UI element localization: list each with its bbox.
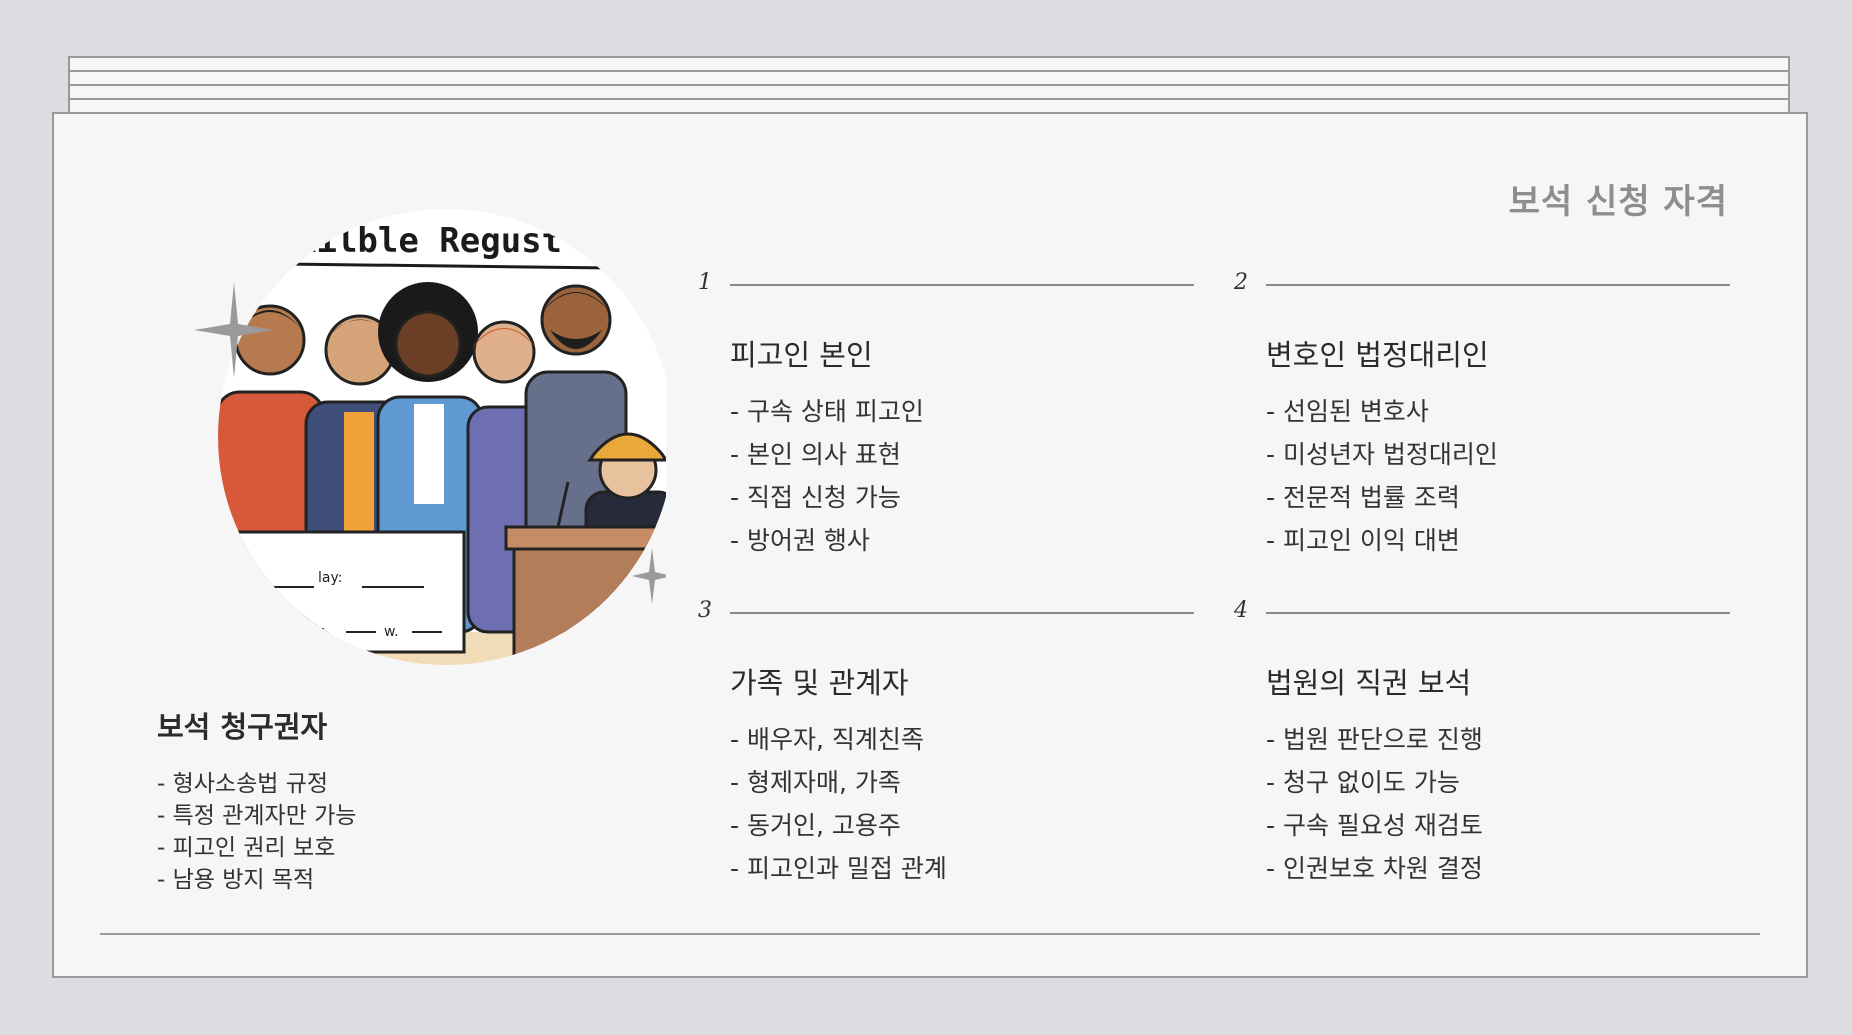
list-item: - 전문적 법률 조력: [1266, 483, 1460, 512]
left-heading: 보석 청구권자: [157, 710, 328, 744]
section-number: 2: [1234, 270, 1248, 295]
section-divider: [1266, 284, 1730, 286]
list-item: - 선임된 변호사: [1266, 397, 1429, 426]
list-item: - 피고인과 밀접 관계: [730, 854, 947, 883]
section-heading: 법원의 직권 보석: [1266, 666, 1472, 700]
section-list: - 선임된 변호사 - 미성년자 법정대리인 - 전문적 법률 조력 - 피고인…: [1266, 390, 1498, 562]
list-item: - 본인 의사 표현: [730, 440, 901, 469]
banner-text: ıilble Regust b.: [296, 221, 624, 261]
section-number: 1: [698, 270, 712, 295]
list-item: - 피고인 이익 대변: [1266, 526, 1460, 555]
list-item: - 배우자, 직계친족: [730, 725, 924, 754]
section-list: - 법원 판단으로 진행 - 청구 없이도 가능 - 구속 필요성 재검토 - …: [1266, 718, 1483, 890]
slide: 보석 신청 자격 ıilble Regust b. lay: is. w. 보석…: [52, 112, 1808, 978]
list-item: - 형제자매, 가족: [730, 768, 901, 797]
section-number: 4: [1234, 598, 1248, 623]
paper-text: w.: [384, 624, 399, 640]
section-heading: 피고인 본인: [730, 338, 873, 372]
people-illustration: ıilble Regust b. lay: is. w.: [194, 209, 666, 665]
list-item: - 직접 신청 가능: [730, 483, 901, 512]
slide-title: 보석 신청 자격: [1508, 182, 1728, 222]
list-item: - 미성년자 법정대리인: [1266, 440, 1498, 469]
list-item: - 방어권 행사: [730, 526, 870, 555]
list-item: - 남용 방지 목적: [157, 867, 315, 893]
list-item: - 구속 상태 피고인: [730, 397, 924, 426]
section-number: 3: [698, 598, 712, 623]
list-item: - 청구 없이도 가능: [1266, 768, 1460, 797]
section-divider: [730, 612, 1194, 614]
list-item: - 피고인 권리 보호: [157, 835, 336, 861]
section-list: - 구속 상태 피고인 - 본인 의사 표현 - 직접 신청 가능 - 방어권 …: [730, 390, 924, 562]
bail-claimants-block: 보석 청구권자 - 형사소송법 규정 - 특정 관계자만 가능 - 피고인 권리…: [157, 704, 557, 896]
paper-text: is.: [314, 624, 330, 640]
section-heading: 변호인 법정대리인: [1266, 338, 1489, 372]
bottom-divider: [100, 933, 1760, 935]
section-heading: 가족 및 관계자: [730, 666, 909, 700]
section-divider: [1266, 612, 1730, 614]
list-item: - 법원 판단으로 진행: [1266, 725, 1483, 754]
list-item: - 인권보호 차원 결정: [1266, 854, 1483, 883]
section-divider: [730, 284, 1194, 286]
left-list: - 형사소송법 규정 - 특정 관계자만 가능 - 피고인 권리 보호 - 남용…: [157, 768, 557, 896]
list-item: - 동거인, 고용주: [730, 811, 901, 840]
list-item: - 형사소송법 규정: [157, 771, 329, 797]
list-item: - 구속 필요성 재검토: [1266, 811, 1483, 840]
list-item: - 특정 관계자만 가능: [157, 803, 357, 829]
section-list: - 배우자, 직계친족 - 형제자매, 가족 - 동거인, 고용주 - 피고인과…: [730, 718, 947, 890]
paper-text: lay:: [318, 570, 342, 586]
